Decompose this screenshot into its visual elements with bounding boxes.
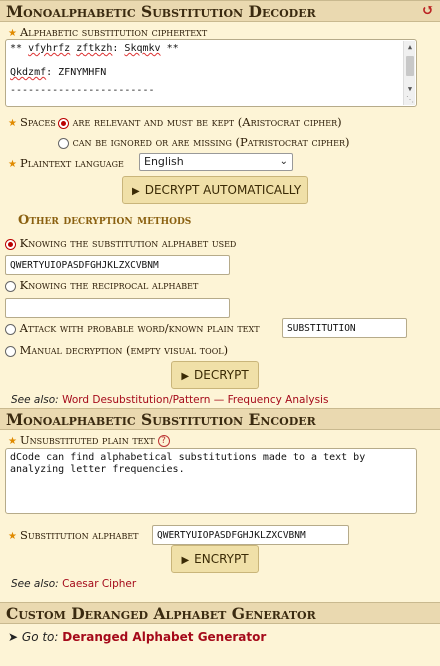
- play-icon: ▶: [132, 186, 140, 197]
- method-3-row[interactable]: Attack with probable word/known plain te…: [5, 321, 260, 335]
- plaintext-label: Unsubstituted plain text: [19, 433, 155, 447]
- spaces-option-1-label: are relevant and must be kept (Aristocra…: [72, 115, 342, 129]
- spaces-label: Spaces: [19, 115, 56, 129]
- star-icon: ★: [8, 436, 17, 447]
- method-4-label: Manual decryption (empty visual tool): [19, 343, 229, 357]
- goto-link[interactable]: Deranged Alphabet Generator: [62, 630, 266, 644]
- method-3-input[interactable]: [282, 318, 407, 338]
- ciphertext-line-3: Qkdzmf: ZFNYMHFN: [10, 67, 107, 78]
- generator-panel: Custom Deranged Alphabet Generator ➤ Go …: [0, 602, 440, 666]
- spaces-option-1[interactable]: are relevant and must be kept (Aristocra…: [58, 115, 342, 129]
- see-also-prefix: See also:: [11, 578, 59, 590]
- goto-prefix: Go to:: [21, 630, 59, 644]
- spaces-radio-1[interactable]: [58, 117, 69, 129]
- generator-title: Custom Deranged Alphabet Generator: [6, 604, 316, 623]
- encoder-body: ★ Unsubstituted plain text? dCode can fin…: [0, 430, 440, 602]
- question-icon[interactable]: ?: [157, 435, 170, 447]
- spaces-option-2-label: can be ignored or are missing (Patristoc…: [72, 135, 350, 149]
- generator-body: ➤ Go to: Deranged Alphabet Generator: [0, 624, 440, 666]
- spaces-label-row: ★ Spaces: [8, 115, 56, 129]
- play-icon: ▶: [181, 371, 190, 382]
- alphabet-input[interactable]: [152, 525, 349, 545]
- see-also-prefix: See also:: [11, 394, 59, 406]
- method-1-input[interactable]: [5, 255, 230, 275]
- method-2-label: Knowing the reciprocal alphabet: [19, 278, 199, 292]
- scroll-down-icon[interactable]: ▼: [404, 83, 416, 95]
- spaces-radio-2[interactable]: [58, 137, 69, 149]
- ciphertext-line-2: [10, 55, 412, 67]
- alphabet-label-row: ★ Substitution alphabet: [8, 528, 139, 542]
- decoder-panel: Monoalphabetic Substitution Decoder ↺ ★ A…: [0, 0, 440, 408]
- plaintext-lang-row: ★ Plaintext language: [8, 156, 124, 170]
- alphabet-label: Substitution alphabet: [19, 528, 139, 542]
- decrypt-auto-button[interactable]: ▶ DECRYPT AUTOMATICALLY: [122, 176, 308, 204]
- plaintext-lang-value: English: [144, 155, 184, 168]
- decoder-see-also: See also: Word Desubstitution/Pattern — …: [11, 394, 328, 406]
- star-icon: ★: [8, 159, 17, 170]
- ciphertext-line-1: ** vfyhrfz zftkzh: Skqmkv **: [10, 43, 179, 54]
- decrypt-label: DECRYPT: [194, 368, 249, 382]
- method-1-radio[interactable]: [5, 238, 16, 250]
- generator-goto: ➤ Go to: Deranged Alphabet Generator: [8, 630, 266, 644]
- star-icon: ★: [8, 118, 17, 129]
- generator-header: Custom Deranged Alphabet Generator: [0, 602, 440, 624]
- encoder-panel: Monoalphabetic Substitution Encoder ★ Uns…: [0, 408, 440, 602]
- method-1-row[interactable]: Knowing the substitution alphabet used: [5, 236, 236, 250]
- other-methods-title: Other decryption methods: [18, 213, 192, 228]
- decoder-header: Monoalphabetic Substitution Decoder ↺: [0, 0, 440, 22]
- method-3-label: Attack with probable word/known plain te…: [19, 321, 260, 335]
- encoder-header: Monoalphabetic Substitution Encoder: [0, 408, 440, 430]
- plaintext-input[interactable]: dCode can find alphabetical substitution…: [5, 448, 417, 514]
- resize-handle-icon[interactable]: ⋱: [406, 96, 414, 104]
- play-icon: ▶: [181, 555, 190, 566]
- plaintext-lang-label: Plaintext language: [19, 156, 124, 170]
- ciphertext-label: Alphabetic substitution ciphertext: [19, 25, 208, 39]
- plaintext-label-row: ★ Unsubstituted plain text?: [8, 433, 170, 447]
- decrypt-auto-label: DECRYPT AUTOMATICALLY: [144, 183, 302, 197]
- encoder-see-also: See also: Caesar Cipher: [11, 578, 136, 590]
- method-1-label: Knowing the substitution alphabet used: [19, 236, 237, 250]
- encrypt-button[interactable]: ▶ ENCRYPT: [171, 545, 259, 573]
- decrypt-button[interactable]: ▶ DECRYPT: [171, 361, 259, 389]
- encoder-title: Monoalphabetic Substitution Encoder: [6, 410, 316, 429]
- method-3-radio[interactable]: [5, 323, 16, 335]
- method-4-row[interactable]: Manual decryption (empty visual tool): [5, 343, 228, 357]
- ciphertext-box[interactable]: ** vfyhrfz zftkzh: Skqmkv ** Qkdzmf: ZFN…: [5, 39, 417, 107]
- method-2-radio[interactable]: [5, 280, 16, 292]
- refresh-icon[interactable]: ↺: [421, 1, 434, 20]
- ciphertext-label-row: ★ Alphabetic substitution ciphertext: [8, 25, 207, 39]
- decoder-body: ★ Alphabetic substitution ciphertext ** v…: [0, 22, 440, 408]
- decoder-title: Monoalphabetic Substitution Decoder: [6, 2, 316, 21]
- chevron-down-icon: ⌄: [279, 156, 288, 167]
- arrow-icon: ➤: [8, 630, 19, 644]
- method-4-radio[interactable]: [5, 345, 16, 357]
- encrypt-label: ENCRYPT: [194, 552, 249, 566]
- see-also-links[interactable]: Word Desubstitution/Pattern — Frequency …: [62, 394, 328, 406]
- scroll-up-icon[interactable]: ▲: [404, 41, 416, 53]
- star-icon: ★: [8, 531, 17, 542]
- ciphertext-line-4: ------------------------: [10, 85, 155, 96]
- see-also-link[interactable]: Caesar Cipher: [62, 578, 136, 590]
- method-2-input[interactable]: [5, 298, 230, 318]
- ciphertext-input[interactable]: ** vfyhrfz zftkzh: Skqmkv ** Qkdzmf: ZFN…: [5, 39, 417, 107]
- method-2-row[interactable]: Knowing the reciprocal alphabet: [5, 278, 198, 292]
- plaintext-lang-select[interactable]: English ⌄: [139, 153, 293, 171]
- scroll-thumb[interactable]: [406, 56, 414, 76]
- star-icon: ★: [8, 28, 17, 39]
- spaces-option-2[interactable]: can be ignored or are missing (Patristoc…: [58, 135, 349, 149]
